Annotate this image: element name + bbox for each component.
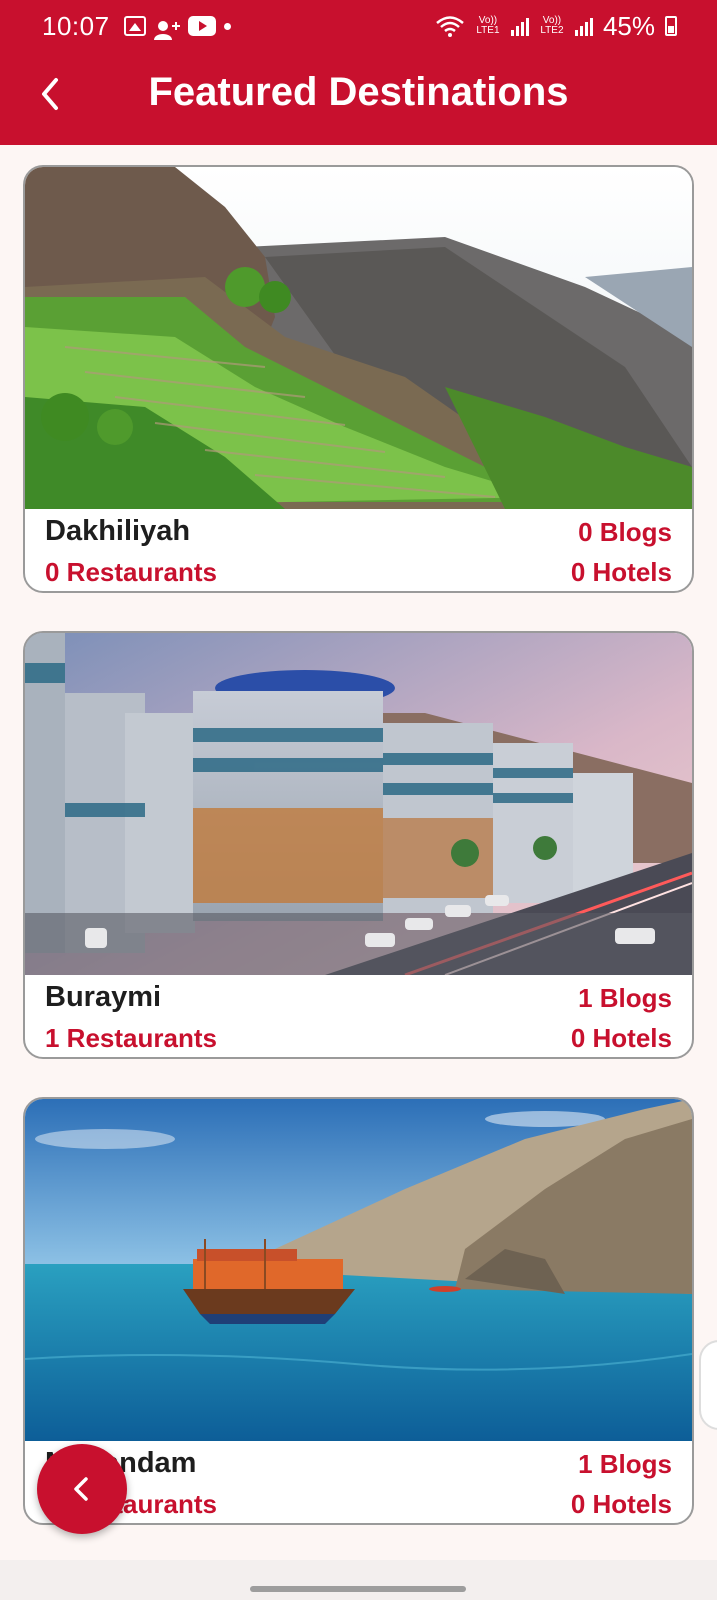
battery-percent: 45% [602,10,655,41]
destination-name: Dakhiliyah [45,515,191,547]
blogs-count: 1 Blogs [578,1449,672,1479]
blogs-count: 1 Blogs [578,983,672,1013]
hotels-count: 0 Hotels [570,1489,672,1519]
floating-back-button[interactable] [37,1444,127,1534]
destination-card-dakhiliyah[interactable]: Dakhiliyah 0 Blogs 0 Restaurants 0 Hotel… [23,165,694,593]
gallery-icon [123,16,146,36]
chevron-left-icon [74,1477,88,1501]
back-button[interactable] [28,70,76,118]
blogs-count: 0 Blogs [578,517,672,547]
home-gesture-bar[interactable] [250,1586,466,1592]
title-bar: Featured Destinations [0,52,717,145]
wifi-icon [436,16,464,37]
more-notifications-dot [223,22,231,30]
network-label-1: Vo)) LTE1 [476,15,500,36]
restaurants-count: 0 Restaurants [45,557,217,587]
status-time: 10:07 [42,10,110,41]
battery-icon [665,16,677,36]
destination-image [25,1099,692,1441]
signal-icon-1 [510,16,529,36]
status-bar: 10:07 Vo)) LTE1 Vo)) LTE2 45% [0,0,717,52]
destination-card-musandam[interactable]: Musandam 1 Blogs 0 Restaurants 0 Hotels [23,1097,694,1525]
hotels-count: 0 Hotels [570,1023,672,1053]
youtube-icon [187,16,216,36]
system-icons: Vo)) LTE1 Vo)) LTE2 45% [435,11,677,42]
notification-icons [123,16,231,40]
chevron-left-icon [42,78,58,110]
signal-icon-2 [574,16,593,36]
edge-panel-handle[interactable] [699,1340,717,1430]
hotels-count: 0 Hotels [570,557,672,587]
destination-image [25,167,692,509]
network-label-2: Vo)) LTE2 [540,15,564,36]
destination-info: Dakhiliyah 0 Blogs 0 Restaurants 0 Hotel… [25,509,692,591]
restaurants-count: 1 Restaurants [45,1023,217,1053]
app-bar: 10:07 Vo)) LTE1 Vo)) LTE2 45% Featured D… [0,0,717,145]
person-add-icon [153,16,180,40]
destination-card-buraymi[interactable]: Buraymi 1 Blogs 1 Restaurants 0 Hotels [23,631,694,1059]
destination-image [25,633,692,975]
system-nav-bar [0,1560,717,1600]
destination-info: Buraymi 1 Blogs 1 Restaurants 0 Hotels [25,975,692,1057]
page-title: Featured Destinations [148,69,569,114]
destination-name: Buraymi [45,981,162,1013]
